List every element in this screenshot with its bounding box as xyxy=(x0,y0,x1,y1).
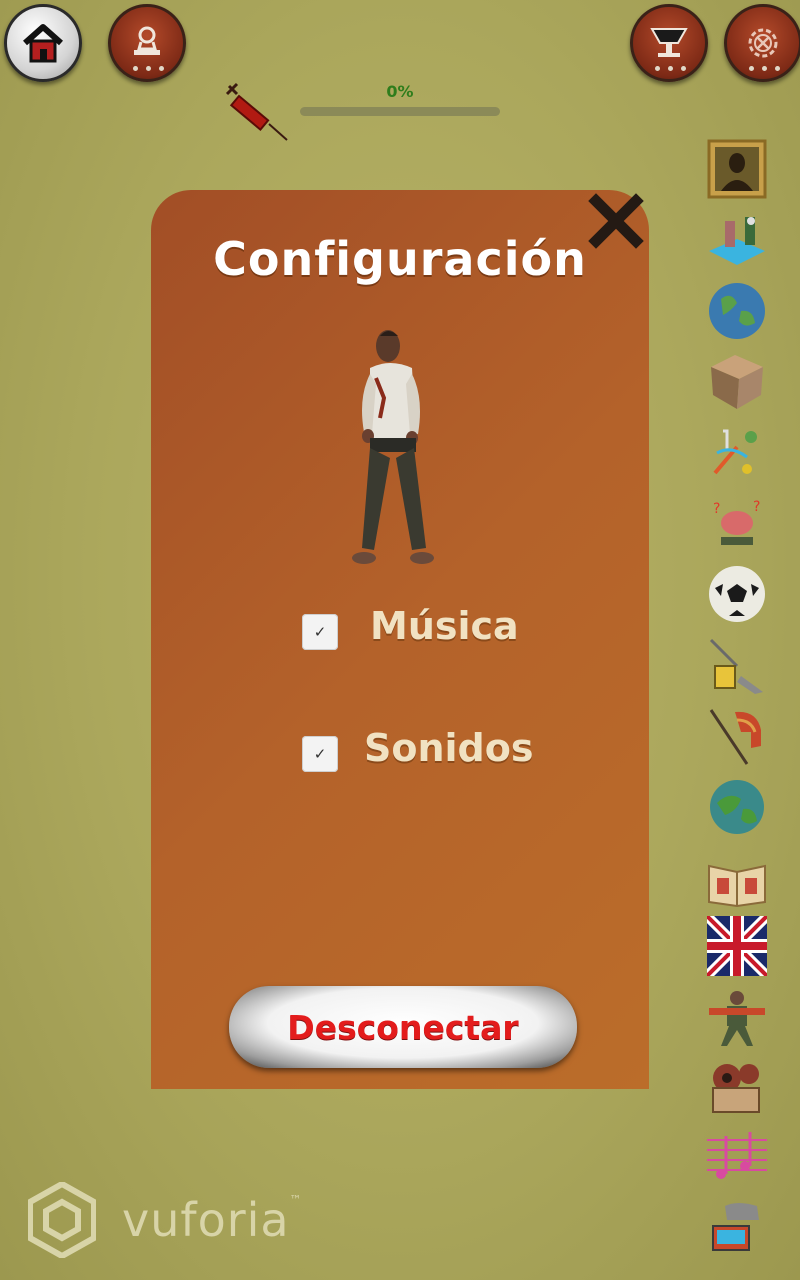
vuforia-logo-icon xyxy=(28,1182,96,1258)
disconnect-label: Desconectar xyxy=(287,1007,519,1047)
music-checkbox[interactable]: ✓ xyxy=(302,614,338,650)
settings-button[interactable] xyxy=(724,4,800,82)
brain-question-icon[interactable]: ? ? xyxy=(707,495,767,555)
zombie-character xyxy=(352,330,434,564)
soldier-icon[interactable] xyxy=(707,988,767,1048)
vuforia-brand: vuforia xyxy=(122,1193,290,1247)
picture-book-icon[interactable] xyxy=(707,848,767,908)
chemistry-icon[interactable] xyxy=(707,636,767,696)
computer-games-icon[interactable] xyxy=(707,1198,767,1258)
music-label: Música xyxy=(370,604,519,648)
svg-text:?: ? xyxy=(753,499,760,515)
mona-lisa-painting-icon[interactable] xyxy=(707,139,767,199)
sounds-checkbox[interactable]: ✓ xyxy=(302,736,338,772)
music-staff-icon[interactable] xyxy=(707,1128,767,1188)
sounds-label: Sonidos xyxy=(364,726,534,770)
home-button[interactable] xyxy=(4,4,82,82)
science-lab-icon[interactable] xyxy=(707,211,767,271)
syringe-icon xyxy=(225,82,288,141)
progress-bar xyxy=(300,107,500,116)
settings-title: Configuración xyxy=(213,232,587,286)
globe-icon[interactable] xyxy=(707,281,767,341)
spartan-helmet-icon[interactable] xyxy=(707,706,767,766)
projector-icon[interactable] xyxy=(707,1058,767,1118)
gear-icon xyxy=(748,28,778,58)
trophy-icon xyxy=(650,28,688,57)
trademark-symbol: ™ xyxy=(289,1193,303,1207)
earth-icon[interactable] xyxy=(707,777,767,837)
home-icon xyxy=(23,24,63,63)
stamp-icon xyxy=(134,26,160,55)
checkmark-icon: ✓ xyxy=(313,623,327,641)
photo-cube-icon[interactable] xyxy=(707,351,767,411)
music-notes-icon[interactable] xyxy=(707,423,767,483)
vuforia-watermark: vuforia™ xyxy=(28,1182,303,1258)
disconnect-button[interactable]: Desconectar xyxy=(229,986,577,1068)
checkmark-icon: ✓ xyxy=(313,745,327,763)
close-icon[interactable] xyxy=(588,193,644,249)
uk-flag-icon[interactable] xyxy=(707,916,767,976)
profile-button[interactable] xyxy=(108,4,186,82)
progress-percentage: 0% xyxy=(386,82,414,101)
soccer-ball-icon[interactable] xyxy=(707,564,767,624)
svg-text:?: ? xyxy=(713,501,720,517)
trophy-button[interactable] xyxy=(630,4,708,82)
